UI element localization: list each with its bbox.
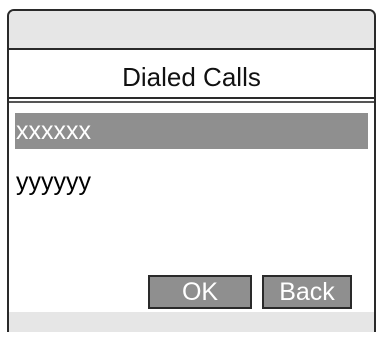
list-item[interactable]: yyyyyy: [15, 164, 368, 200]
top-bezel: [9, 11, 374, 48]
list-item-selected[interactable]: xxxxxx: [15, 113, 368, 149]
bottom-bezel: [9, 312, 374, 332]
ok-button-label: OK: [181, 277, 219, 306]
title-divider: [9, 97, 374, 99]
screen-title: Dialed Calls: [122, 61, 261, 92]
back-button[interactable]: Back: [262, 275, 352, 309]
phone-screen-frame: Dialed Calls xxxxxx yyyyyy OK Back: [7, 9, 376, 332]
title-divider-secondary: [9, 101, 374, 103]
ok-button[interactable]: OK: [148, 275, 252, 309]
list-item-label: yyyyyy: [16, 167, 91, 196]
list-item-label: xxxxxx: [16, 116, 91, 145]
back-button-label: Back: [279, 277, 335, 306]
title-bar: Dialed Calls: [9, 48, 374, 100]
